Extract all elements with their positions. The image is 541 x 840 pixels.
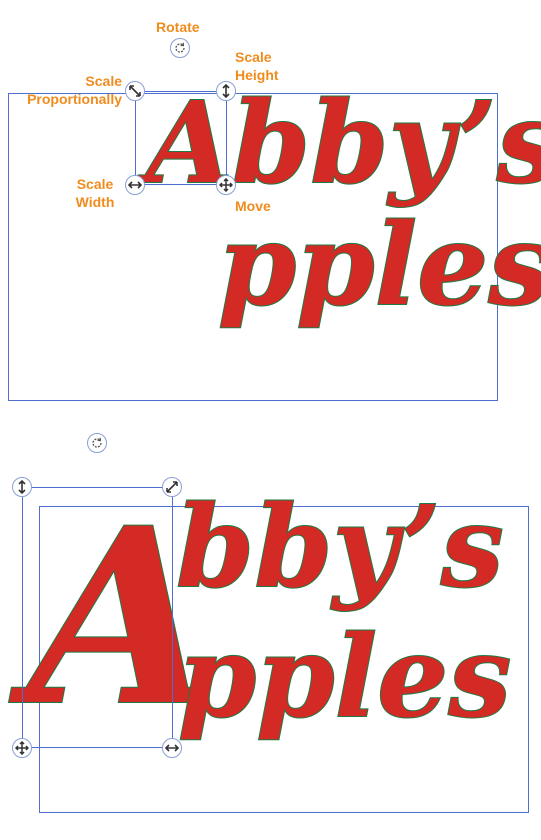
word-line-2: pples — [217, 200, 541, 331]
rotate-icon — [175, 42, 185, 53]
move-callout: Move — [235, 198, 271, 214]
scale-width-handle[interactable] — [125, 175, 145, 195]
rotate-icon — [92, 437, 102, 448]
scale-height-callout: Scale Height — [235, 48, 295, 84]
scale-height-callout-text: Scale Height — [235, 49, 279, 83]
vertical-arrows-icon — [18, 480, 26, 494]
move-arrows-icon — [219, 178, 233, 192]
word-line-1: bby’s — [175, 482, 505, 613]
move-arrows-icon — [15, 741, 29, 755]
scale-height-handle[interactable] — [216, 81, 236, 101]
scale-height-handle[interactable] — [12, 477, 32, 497]
scale-width-callout: Scale Width — [70, 175, 120, 211]
letter-selection-box — [22, 487, 173, 748]
word-line-2: pples — [177, 612, 512, 743]
move-handle[interactable] — [216, 175, 236, 195]
horizontal-arrows-icon — [165, 744, 179, 752]
move-handle[interactable] — [12, 738, 32, 758]
letter-selection-box — [135, 91, 227, 185]
rotate-handle[interactable] — [87, 433, 107, 453]
scale-proportional-handle[interactable] — [162, 477, 182, 497]
horizontal-arrows-icon — [128, 181, 142, 189]
diagonal-arrows-icon — [166, 481, 178, 493]
rotate-handle[interactable] — [170, 38, 190, 58]
scale-width-handle[interactable] — [162, 738, 182, 758]
scale-width-callout-text: Scale Width — [75, 176, 115, 210]
diagonal-arrows-icon — [129, 85, 141, 97]
scale-proportional-handle[interactable] — [125, 81, 145, 101]
vertical-arrows-icon — [222, 84, 230, 98]
word-line-1: bby’s — [231, 78, 541, 209]
scale-proportionally-callout-text: Scale Proportionally — [27, 73, 122, 107]
rotate-callout: Rotate — [156, 19, 200, 35]
scale-proportionally-callout: Scale Proportionally — [20, 72, 122, 108]
